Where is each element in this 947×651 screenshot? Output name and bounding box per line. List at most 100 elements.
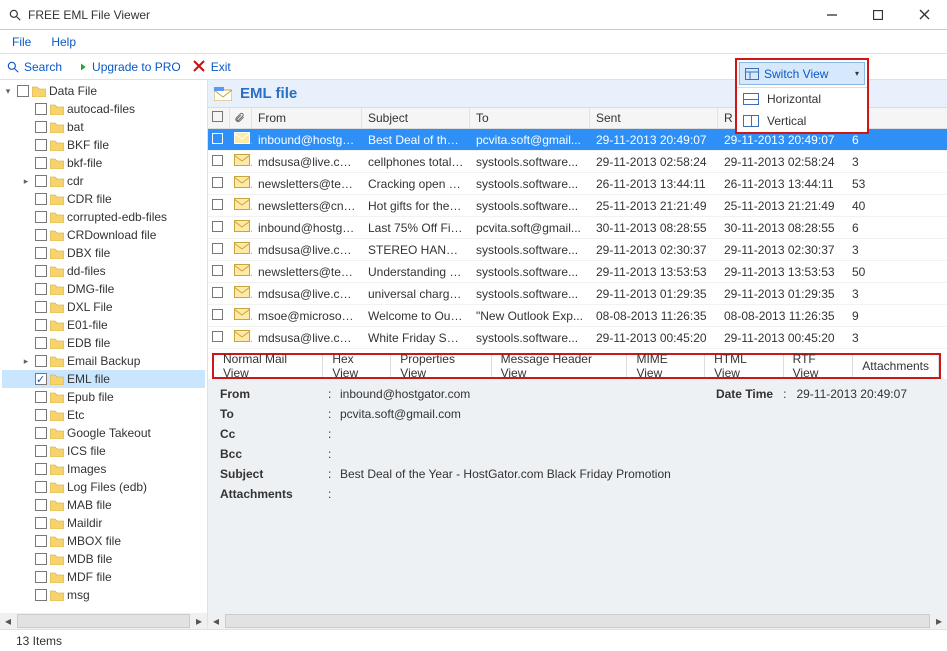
tree-item[interactable]: E01-file (2, 316, 205, 334)
scroll-left-icon[interactable]: ◂ (208, 614, 224, 628)
maximize-button[interactable] (855, 0, 901, 30)
tree-item[interactable]: MAB file (2, 496, 205, 514)
tree-item[interactable]: Google Takeout (2, 424, 205, 442)
tree-item-label: MBOX file (67, 532, 121, 550)
switch-view-vertical-label: Vertical (767, 114, 806, 128)
tree-item[interactable]: Log Files (edb) (2, 478, 205, 496)
scroll-track[interactable] (17, 614, 190, 628)
grid-header-attachment-icon[interactable] (230, 108, 252, 128)
grid-row[interactable]: msoe@microsoft.c...Welcome to Outl..."Ne… (208, 305, 947, 327)
tree-item[interactable]: Images (2, 460, 205, 478)
grid-row[interactable]: mdsusa@live.comuniversal charger ...syst… (208, 283, 947, 305)
switch-view-button[interactable]: Switch View ▾ (739, 62, 865, 85)
tree-root[interactable]: ▾Data File (2, 82, 205, 100)
view-tab[interactable]: Hex View (323, 355, 391, 377)
grid-row[interactable]: newsletters@tech...Understanding S...sys… (208, 261, 947, 283)
grid-row[interactable]: newsletters@tech...Cracking open th...sy… (208, 173, 947, 195)
view-tab[interactable]: Normal Mail View (214, 355, 323, 377)
grid-body[interactable]: inbound@hostga...Best Deal of the Y...pc… (208, 129, 947, 349)
tree-item[interactable]: Etc (2, 406, 205, 424)
menu-file[interactable]: File (12, 35, 31, 49)
cell-subject: Welcome to Outl... (362, 309, 470, 323)
cell-from: mdsusa@live.com (252, 155, 362, 169)
mail-icon (234, 242, 250, 254)
tree-item-label: cdr (67, 172, 84, 190)
scroll-left-icon[interactable]: ◂ (0, 614, 16, 628)
toolbar-search[interactable]: Search (6, 60, 62, 74)
tree-item[interactable]: msg (2, 586, 205, 604)
grid-row[interactable]: mdsusa@live.comWhite Friday Sale ...syst… (208, 327, 947, 349)
close-button[interactable] (901, 0, 947, 30)
tree-item[interactable]: MDF file (2, 568, 205, 586)
sidebar-scrollbar[interactable]: ◂ ▸ (0, 613, 207, 629)
tree-item-label: msg (67, 586, 90, 604)
tree-item[interactable]: bkf-file (2, 154, 205, 172)
grid-row[interactable]: mdsusa@live.comSTEREO HANDSFR...systools… (208, 239, 947, 261)
tree-item[interactable]: Epub file (2, 388, 205, 406)
tree-item[interactable]: autocad-files (2, 100, 205, 118)
view-tab[interactable]: MIME View (627, 355, 705, 377)
tree-item[interactable]: DMG-file (2, 280, 205, 298)
menubar: File Help (0, 30, 947, 54)
view-tab[interactable]: Attachments (853, 355, 939, 377)
grid-header-to[interactable]: To (470, 108, 590, 128)
tree-item[interactable]: DBX file (2, 244, 205, 262)
toolbar-upgrade[interactable]: Upgrade to PRO (74, 60, 181, 74)
grid-row[interactable]: inbound@hostga...Last 75% Off Fire ...pc… (208, 217, 947, 239)
grid-row[interactable]: mdsusa@live.comcellphones total c...syst… (208, 151, 947, 173)
scroll-track[interactable] (225, 614, 930, 628)
view-tab[interactable]: HTML View (705, 355, 784, 377)
preview-datetime-value: 29-11-2013 20:49:07 (796, 387, 907, 401)
tree-item[interactable]: CRDownload file (2, 226, 205, 244)
tree-item[interactable]: BKF file (2, 136, 205, 154)
tree-item[interactable]: CDR file (2, 190, 205, 208)
main-scrollbar[interactable]: ◂ ▸ (208, 613, 947, 629)
view-tab[interactable]: Message Header View (492, 355, 628, 377)
preview-cc-value (340, 427, 935, 441)
scroll-right-icon[interactable]: ▸ (931, 614, 947, 628)
tree-item[interactable]: Maildir (2, 514, 205, 532)
tree-item[interactable]: ▸Email Backup (2, 352, 205, 370)
grid-header-checkbox[interactable] (208, 108, 230, 128)
scroll-right-icon[interactable]: ▸ (191, 614, 207, 628)
cell-size: 40 (846, 199, 880, 213)
view-tab[interactable]: Properties View (391, 355, 491, 377)
tree-item[interactable]: MBOX file (2, 532, 205, 550)
tree-item[interactable]: DXL File (2, 298, 205, 316)
tree-item[interactable]: EML file (2, 370, 205, 388)
tree-item-label: bat (67, 118, 84, 136)
tree-item-label: BKF file (67, 136, 109, 154)
tree-item[interactable]: corrupted-edb-files (2, 208, 205, 226)
toolbar-exit[interactable]: Exit (193, 60, 231, 74)
switch-view-horizontal[interactable]: Horizontal (737, 88, 867, 110)
exit-icon (193, 60, 207, 74)
mail-folder-icon (214, 87, 232, 101)
cell-sent: 29-11-2013 02:58:24 (590, 155, 718, 169)
grid-header-from[interactable]: From (252, 108, 362, 128)
tree-item[interactable]: MDB file (2, 550, 205, 568)
main: EML file From Subject To Sent R inbound@… (208, 80, 947, 629)
cell-received: 29-11-2013 02:30:37 (718, 243, 846, 257)
folder-tree[interactable]: ▾Data Fileautocad-filesbatBKF filebkf-fi… (0, 80, 207, 622)
tree-item-label: DBX file (67, 244, 110, 262)
minimize-button[interactable] (809, 0, 855, 30)
cell-sent: 26-11-2013 13:44:11 (590, 177, 718, 191)
switch-view-vertical[interactable]: Vertical (737, 110, 867, 132)
grid-header-sent[interactable]: Sent (590, 108, 718, 128)
cell-from: mdsusa@live.com (252, 243, 362, 257)
cell-subject: Hot gifts for the j... (362, 199, 470, 213)
grid-header-subject[interactable]: Subject (362, 108, 470, 128)
cell-sent: 29-11-2013 13:53:53 (590, 265, 718, 279)
cell-size: 53 (846, 177, 880, 191)
tree-item[interactable]: EDB file (2, 334, 205, 352)
tree-item[interactable]: dd-files (2, 262, 205, 280)
grid-row[interactable]: newsletters@cnet...Hot gifts for the j..… (208, 195, 947, 217)
view-tab[interactable]: RTF View (784, 355, 854, 377)
cell-from: inbound@hostga... (252, 221, 362, 235)
tree-item-label: DXL File (67, 298, 113, 316)
tree-item[interactable]: ▸cdr (2, 172, 205, 190)
menu-help[interactable]: Help (51, 35, 76, 49)
tree-item[interactable]: bat (2, 118, 205, 136)
tree-item[interactable]: ICS file (2, 442, 205, 460)
cell-subject: Best Deal of the Y... (362, 133, 470, 147)
